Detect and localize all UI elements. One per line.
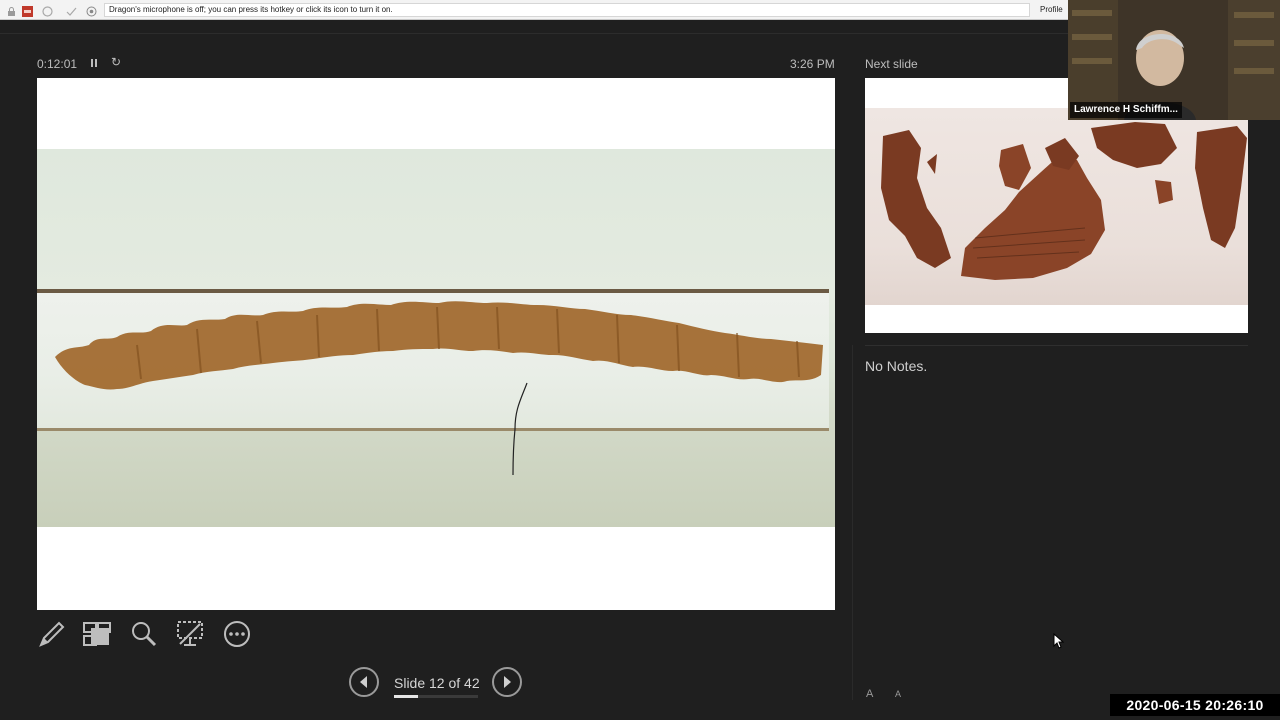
toolbar-divider	[0, 33, 1068, 34]
more-options-icon[interactable]	[221, 618, 253, 650]
pen-icon[interactable]	[36, 618, 68, 650]
lock-icon	[6, 4, 17, 16]
dragon-notification-bar: Dragon's microphone is off; you can pres…	[0, 0, 1068, 20]
current-time: 3:26 PM	[790, 57, 835, 71]
checkmark-icon[interactable]	[66, 4, 77, 16]
microphone-off-icon[interactable]	[42, 4, 53, 17]
participant-name: Lawrence H Schiffm...	[1070, 102, 1182, 118]
current-slide	[37, 78, 835, 610]
previous-slide-icon[interactable]	[349, 667, 379, 697]
see-all-slides-icon[interactable]	[81, 618, 113, 650]
recording-timestamp: 2020-06-15 20:26:10	[1110, 694, 1280, 716]
pause-icon[interactable]	[89, 57, 99, 69]
zoom-icon[interactable]	[128, 618, 160, 650]
dragon-app-icon[interactable]	[22, 4, 33, 17]
scroll-fragments-photo	[865, 108, 1248, 305]
reset-timer-icon[interactable]: ↻	[111, 55, 121, 69]
next-slide-icon[interactable]	[492, 667, 522, 697]
slide-counter[interactable]: Slide 12 of 42	[394, 675, 480, 691]
dragon-status-message: Dragon's microphone is off; you can pres…	[104, 3, 1030, 17]
speaker-notes: No Notes.	[865, 358, 928, 374]
slide-progress-fill	[394, 695, 419, 698]
next-slide-label: Next slide	[865, 57, 918, 71]
notes-divider	[865, 345, 1248, 346]
dragon-status-icon[interactable]	[86, 4, 97, 17]
elapsed-timer: 0:12:01	[37, 57, 78, 71]
scroll-fragments-image	[55, 301, 823, 476]
pane-divider[interactable]	[852, 345, 853, 700]
black-screen-icon[interactable]	[174, 618, 206, 650]
decrease-font-button[interactable]: A	[895, 689, 901, 699]
profile-menu[interactable]: Profile	[1040, 5, 1063, 14]
participant-video: Lawrence H Schiffm...	[1068, 0, 1280, 120]
increase-font-button[interactable]: A	[866, 688, 873, 700]
slide-progress-bar	[394, 695, 478, 698]
fragments-image	[881, 122, 1247, 280]
scroll-photograph	[37, 149, 835, 527]
mouse-cursor-icon	[1053, 632, 1065, 654]
